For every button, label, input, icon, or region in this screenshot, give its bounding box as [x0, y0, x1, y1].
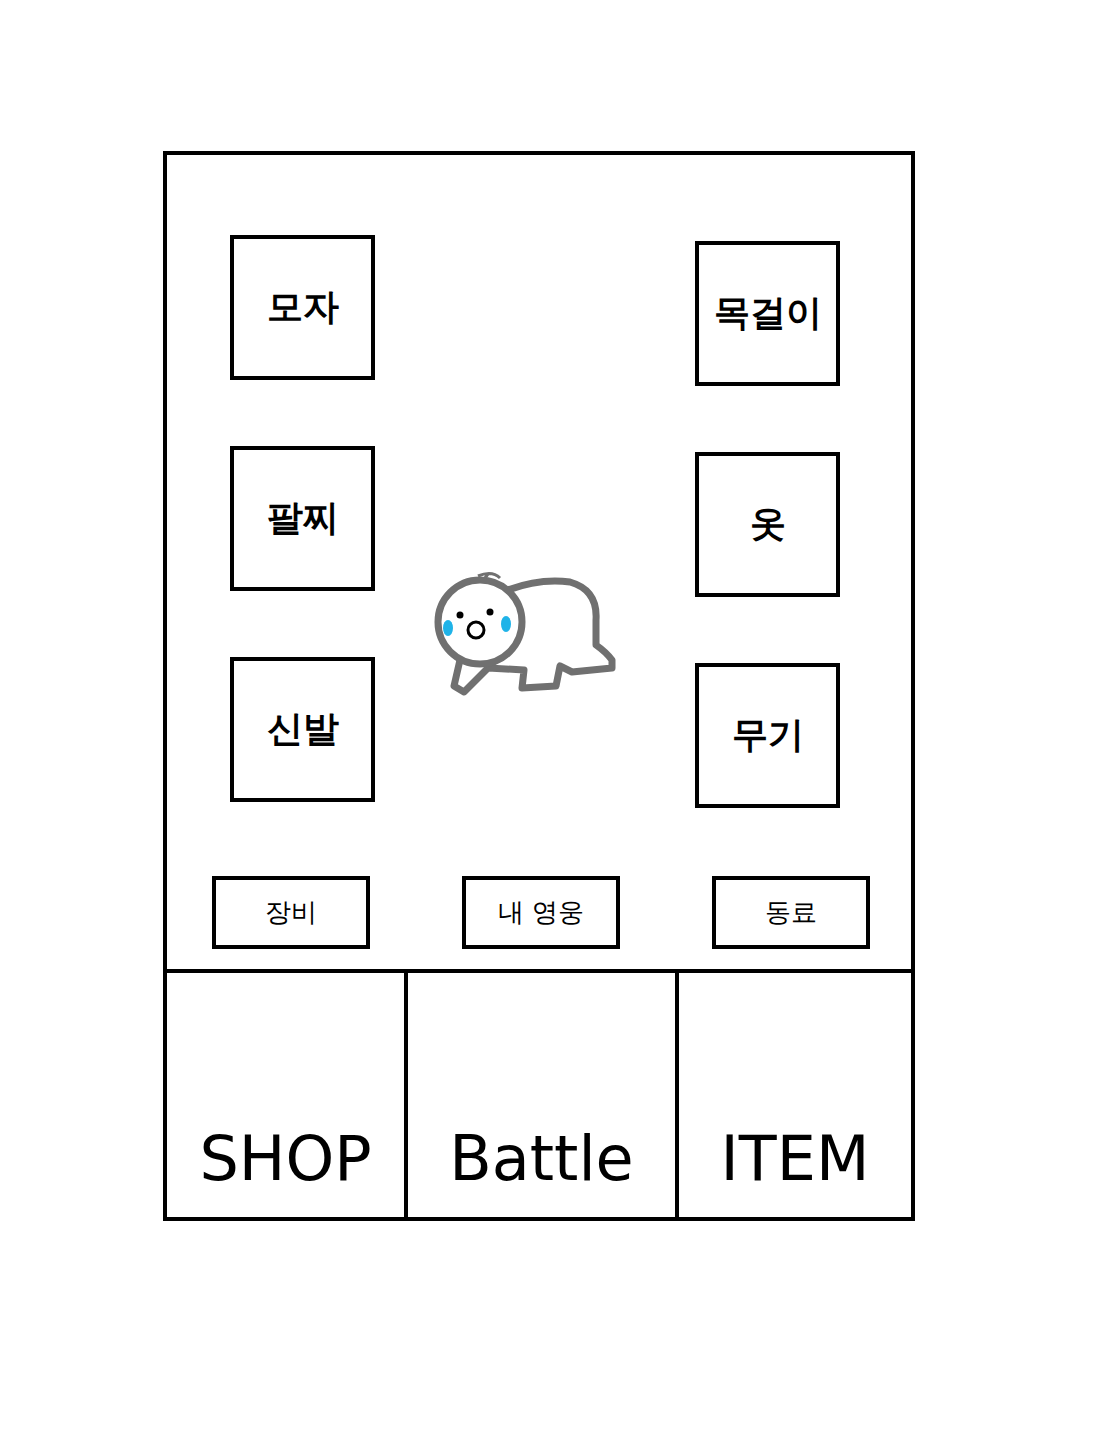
- left-slot-column: 모자팔찌신발: [230, 235, 375, 802]
- tab-button[interactable]: 내 영웅: [462, 876, 620, 949]
- nav-button[interactable]: Battle: [404, 973, 675, 1217]
- right-slot-column: 목걸이옷무기: [695, 241, 840, 808]
- equipment-slot[interactable]: 무기: [695, 663, 840, 808]
- nav-button[interactable]: ITEM: [675, 973, 911, 1217]
- slot-area: 모자팔찌신발 목걸이옷무기: [167, 155, 911, 808]
- tab-button[interactable]: 동료: [712, 876, 870, 949]
- equipment-slot[interactable]: 신발: [230, 657, 375, 802]
- tab-button[interactable]: 장비: [212, 876, 370, 949]
- nav-button[interactable]: SHOP: [167, 973, 404, 1217]
- equipment-slot[interactable]: 팔찌: [230, 446, 375, 591]
- equipment-slot[interactable]: 모자: [230, 235, 375, 380]
- bottom-nav: SHOPBattleITEM: [167, 969, 911, 1217]
- tab-row: 장비 내 영웅 동료: [167, 876, 911, 949]
- game-screen: 모자팔찌신발 목걸이옷무기장비 내 영웅 동료 SHOPBattleITEM: [163, 151, 915, 1221]
- page: 모자팔찌신발 목걸이옷무기장비 내 영웅 동료 SHOPBattleITEM: [0, 0, 1114, 1440]
- equipment-slot[interactable]: 목걸이: [695, 241, 840, 386]
- hero-character-icon: [430, 560, 620, 700]
- equipment-slot[interactable]: 옷: [695, 452, 840, 597]
- hero-area: [375, 235, 695, 700]
- equipment-panel: 모자팔찌신발 목걸이옷무기장비 내 영웅 동료: [167, 155, 911, 969]
